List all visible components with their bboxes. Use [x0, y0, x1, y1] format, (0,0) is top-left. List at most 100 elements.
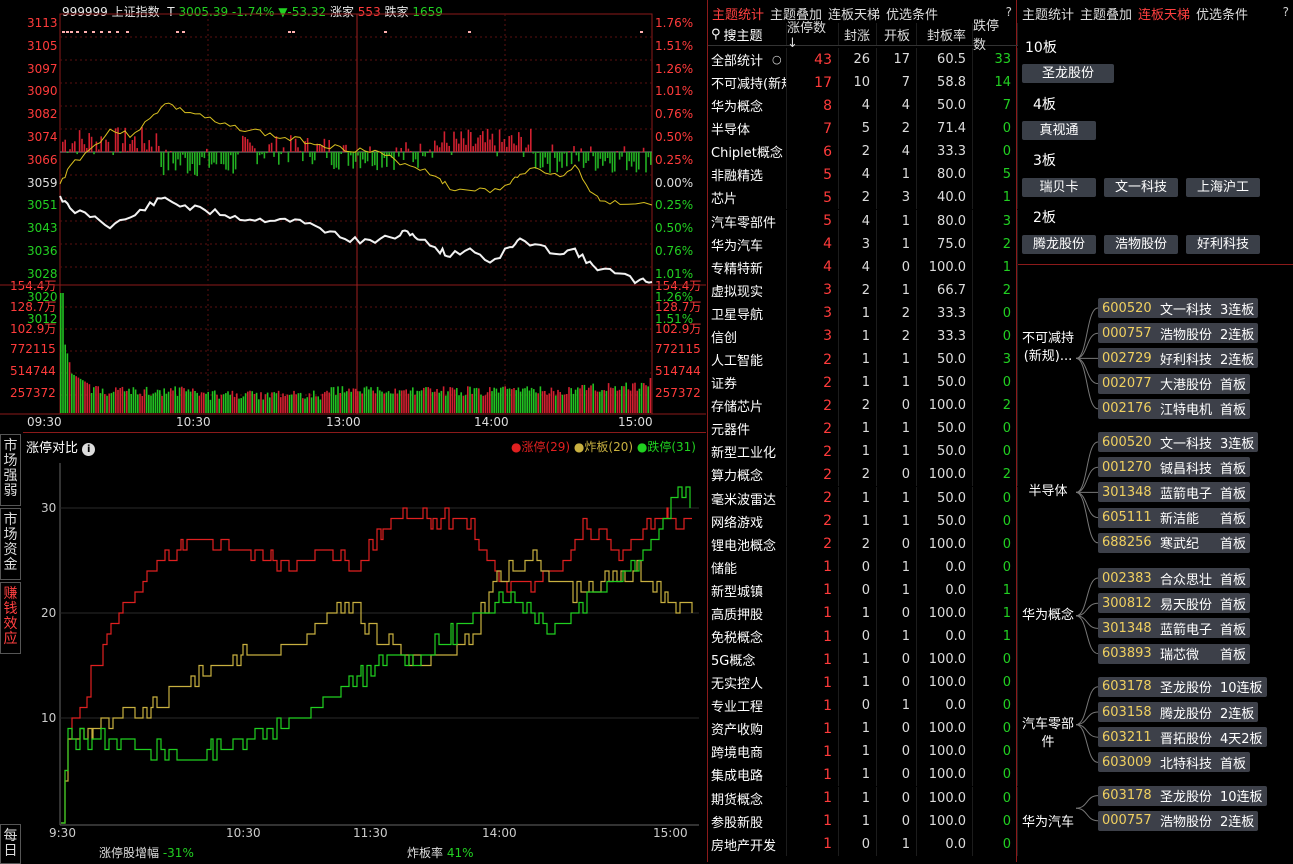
table-row[interactable]: 芯片52340.01: [708, 186, 1018, 209]
table-row[interactable]: 新型工业化21150.00: [708, 440, 1018, 463]
table-row[interactable]: 不可减持(新规)1710758.814: [708, 71, 1018, 94]
theme-name[interactable]: 人工智能: [708, 348, 787, 371]
tab-ladder[interactable]: 连板天梯: [828, 4, 880, 23]
theme-name[interactable]: 储能: [708, 556, 787, 579]
table-row[interactable]: 储能1010.00: [708, 556, 1018, 579]
tab-market-funds[interactable]: 市场资金: [0, 508, 21, 580]
intraday-chart[interactable]: [0, 0, 706, 430]
table-row[interactable]: Chiplet概念62433.30: [708, 140, 1018, 163]
theme-name[interactable]: 虚拟现实: [708, 279, 787, 302]
theme-name[interactable]: 新型城镇: [708, 579, 787, 602]
theme-name[interactable]: 资产收购: [708, 717, 787, 740]
group-stock[interactable]: 603178圣龙股份10连板: [1098, 677, 1267, 697]
group-stock[interactable]: 002383合众思壮首板: [1098, 568, 1250, 588]
theme-name[interactable]: 免税概念: [708, 625, 787, 648]
col-fz[interactable]: 封涨: [839, 23, 877, 45]
theme-name[interactable]: 算力概念: [708, 463, 787, 486]
table-row[interactable]: 参股新股110100.00: [708, 810, 1018, 833]
table-row[interactable]: 人工智能21150.03: [708, 348, 1018, 371]
theme-name[interactable]: 跨境电商: [708, 740, 787, 763]
tab-theme-stats[interactable]: 主题统计: [712, 4, 764, 23]
compare-chart[interactable]: 3020109:3010:3011:3014:0015:00: [23, 433, 706, 863]
group-stock[interactable]: 300812易天股份首板: [1098, 593, 1250, 613]
col-fbl[interactable]: 封板率: [917, 23, 973, 45]
table-row[interactable]: 免税概念1010.01: [708, 625, 1018, 648]
theme-name[interactable]: 毫米波雷达: [708, 487, 787, 510]
table-row[interactable]: 房地产开发1010.00: [708, 833, 1018, 856]
group-stock[interactable]: 603178圣龙股份10连板: [1098, 786, 1267, 806]
theme-name[interactable]: 专业工程: [708, 694, 787, 717]
table-row[interactable]: 卫星导航31233.30: [708, 302, 1018, 325]
search-theme[interactable]: ⚲搜主题: [708, 23, 787, 45]
table-row[interactable]: 算力概念220100.02: [708, 463, 1018, 486]
table-row[interactable]: 华为汽车43175.02: [708, 233, 1018, 256]
theme-name[interactable]: 卫星导航: [708, 302, 787, 325]
theme-name[interactable]: 期货概念: [708, 787, 787, 810]
table-row[interactable]: 无实控人110100.00: [708, 671, 1018, 694]
group-stock[interactable]: 002729好利科技2连板: [1098, 348, 1258, 368]
col-zt[interactable]: 涨停数↓: [787, 23, 839, 45]
table-row[interactable]: 专业工程1010.00: [708, 694, 1018, 717]
theme-name[interactable]: 5G概念: [708, 648, 787, 671]
theme-name[interactable]: 新型工业化: [708, 440, 787, 463]
theme-name[interactable]: 网络游戏: [708, 510, 787, 533]
theme-name[interactable]: 元器件: [708, 417, 787, 440]
group-stock[interactable]: 301348蓝箭电子首板: [1098, 618, 1250, 638]
group-stock[interactable]: 002176江特电机首板: [1098, 399, 1250, 419]
theme-name[interactable]: 不可减持(新规): [708, 71, 787, 94]
group-stock[interactable]: 688256寒武纪首板: [1098, 533, 1250, 553]
table-row[interactable]: 跨境电商110100.00: [708, 740, 1018, 763]
theme-name[interactable]: 锂电池概念: [708, 533, 787, 556]
circle-icon[interactable]: ○: [772, 53, 782, 66]
table-row[interactable]: 半导体75271.40: [708, 117, 1018, 140]
table-row[interactable]: 全部统计43261760.533○: [708, 48, 1018, 71]
tab-daily[interactable]: 每日: [0, 824, 21, 864]
table-row[interactable]: 网络游戏21150.00: [708, 510, 1018, 533]
table-row[interactable]: 资产收购110100.00: [708, 717, 1018, 740]
group-stock[interactable]: 600520文一科技3连板: [1098, 298, 1258, 318]
theme-name[interactable]: 高质押股: [708, 602, 787, 625]
table-row[interactable]: 集成电路110100.00: [708, 763, 1018, 786]
table-row[interactable]: 存储芯片220100.02: [708, 394, 1018, 417]
group-stock[interactable]: 000757浩物股份2连板: [1098, 811, 1258, 831]
theme-name[interactable]: Chiplet概念: [708, 140, 787, 163]
tab-preferred[interactable]: 优选条件: [886, 4, 938, 23]
theme-name[interactable]: 华为概念: [708, 94, 787, 117]
theme-name[interactable]: 无实控人: [708, 671, 787, 694]
group-stock[interactable]: 000757浩物股份2连板: [1098, 323, 1258, 343]
table-row[interactable]: 非融精选54180.05: [708, 163, 1018, 186]
group-stock[interactable]: 603158腾龙股份2连板: [1098, 702, 1258, 722]
tab-market-strength[interactable]: 市场强弱: [0, 434, 21, 506]
theme-name[interactable]: 芯片: [708, 186, 787, 209]
theme-name[interactable]: 集成电路: [708, 763, 787, 786]
table-row[interactable]: 期货概念110100.00: [708, 787, 1018, 810]
theme-name[interactable]: 信创: [708, 325, 787, 348]
table-row[interactable]: 元器件21150.00: [708, 417, 1018, 440]
group-stock[interactable]: 001270铖昌科技首板: [1098, 457, 1250, 477]
group-stock[interactable]: 002077大港股份首板: [1098, 374, 1250, 394]
table-row[interactable]: 高质押股110100.01: [708, 602, 1018, 625]
group-stock[interactable]: 301348蓝箭电子首板: [1098, 482, 1250, 502]
theme-name[interactable]: 证券: [708, 371, 787, 394]
col-dt[interactable]: 跌停数: [973, 23, 1018, 45]
theme-name[interactable]: 华为汽车: [708, 233, 787, 256]
table-row[interactable]: 证券21150.00: [708, 371, 1018, 394]
theme-name[interactable]: 汽车零部件: [708, 210, 787, 233]
group-stock[interactable]: 603893瑞芯微首板: [1098, 644, 1250, 664]
table-row[interactable]: 毫米波雷达21150.00: [708, 487, 1018, 510]
table-row[interactable]: 专精特新440100.01: [708, 256, 1018, 279]
table-row[interactable]: 5G概念110100.00: [708, 648, 1018, 671]
theme-name[interactable]: 专精特新: [708, 256, 787, 279]
table-row[interactable]: 信创31233.30: [708, 325, 1018, 348]
tab-money-effect[interactable]: 赚钱效应: [0, 582, 21, 654]
theme-name[interactable]: 半导体: [708, 117, 787, 140]
table-row[interactable]: 华为概念84450.07: [708, 94, 1018, 117]
theme-name[interactable]: 参股新股: [708, 810, 787, 833]
table-row[interactable]: 虚拟现实32166.72: [708, 279, 1018, 302]
table-row[interactable]: 新型城镇1010.01: [708, 579, 1018, 602]
group-stock[interactable]: 603009北特科技首板: [1098, 752, 1250, 772]
col-kb[interactable]: 开板: [877, 23, 917, 45]
theme-name[interactable]: 房地产开发: [708, 833, 787, 856]
table-row[interactable]: 锂电池概念220100.00: [708, 533, 1018, 556]
theme-name[interactable]: 存储芯片: [708, 394, 787, 417]
